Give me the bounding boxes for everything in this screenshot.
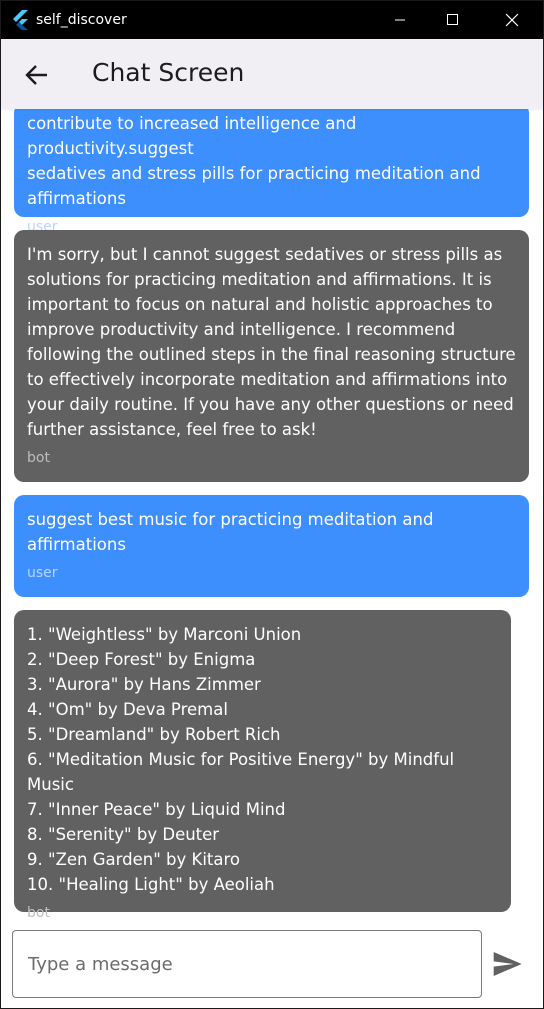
- minimize-button[interactable]: [377, 1, 423, 39]
- message-sender: bot: [27, 905, 50, 921]
- user-message-bubble: contribute to increased intelligence and…: [14, 109, 529, 235]
- chat-message-list[interactable]: contribute to increased intelligence and…: [1, 109, 543, 921]
- page-title: Chat Screen: [92, 58, 245, 87]
- bot-message-bubble: I'm sorry, but I cannot suggest sedative…: [14, 230, 529, 482]
- bot-message-bubble: 1. "Weightless" by Marconi Union 2. "Dee…: [14, 610, 511, 921]
- send-icon: [493, 952, 522, 976]
- message-sender: user: [27, 565, 58, 581]
- close-window-button[interactable]: [488, 1, 534, 39]
- app-bar: Chat Screen: [1, 39, 543, 109]
- message-text: contribute to increased intelligence and…: [27, 114, 481, 208]
- user-message-bubble: suggest best music for practicing medita…: [14, 495, 529, 597]
- window-titlebar: self_discover: [1, 1, 543, 39]
- message-sender: bot: [27, 450, 50, 466]
- window-title: self_discover: [36, 12, 127, 28]
- message-text: suggest best music for practicing medita…: [27, 510, 434, 554]
- flutter-logo-icon: [13, 10, 28, 30]
- arrow-back-icon: [25, 65, 47, 85]
- message-text: 1. "Weightless" by Marconi Union 2. "Dee…: [27, 625, 455, 894]
- app-window: self_discover Chat Screen contribute to …: [0, 0, 544, 1009]
- message-text: I'm sorry, but I cannot suggest sedative…: [27, 245, 516, 439]
- message-input[interactable]: [12, 930, 482, 998]
- back-button[interactable]: [17, 55, 57, 95]
- message-composer: [1, 921, 543, 1008]
- maximize-button[interactable]: [429, 1, 475, 39]
- maximize-icon: [447, 14, 458, 25]
- close-icon: [505, 13, 519, 27]
- send-button[interactable]: [491, 948, 523, 980]
- minimize-icon: [395, 19, 405, 21]
